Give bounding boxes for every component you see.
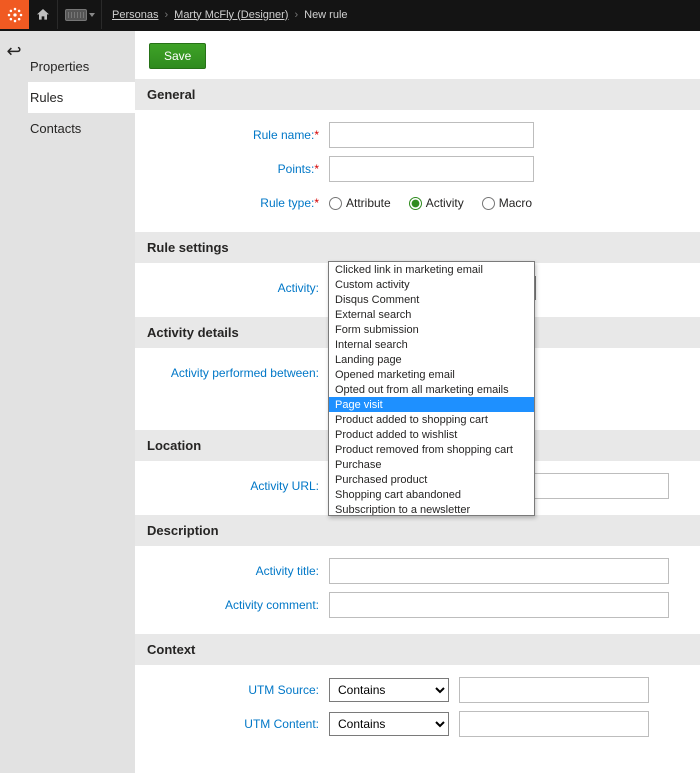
- activity-between-label: Activity performed between:: [149, 366, 329, 380]
- rule-type-label: Rule type:: [260, 196, 314, 210]
- home-button[interactable]: [29, 0, 58, 29]
- rule-name-input[interactable]: [329, 122, 534, 148]
- save-button[interactable]: Save: [149, 43, 206, 69]
- breadcrumb-personas[interactable]: Personas: [112, 9, 158, 21]
- activity-option[interactable]: Page visit: [329, 397, 534, 412]
- utm-source-input[interactable]: [459, 677, 649, 703]
- utm-content-operator[interactable]: Contains: [329, 712, 449, 736]
- rule-type-attribute[interactable]: Attribute: [329, 196, 391, 210]
- activity-option[interactable]: Opened marketing email: [329, 367, 534, 382]
- activity-option[interactable]: Opted out from all marketing emails: [329, 382, 534, 397]
- section-rule-settings: Rule settings: [135, 232, 700, 263]
- breadcrumb-current: New rule: [304, 9, 347, 21]
- activity-option[interactable]: Product removed from shopping cart: [329, 442, 534, 457]
- activity-comment-label: Activity comment:: [149, 598, 329, 612]
- brand-logo[interactable]: [0, 0, 29, 29]
- rule-type-radios: Attribute Activity Macro: [329, 196, 532, 210]
- activity-option[interactable]: Clicked link in marketing email: [329, 262, 534, 277]
- utm-source-label: UTM Source:: [149, 683, 329, 697]
- chevron-down-icon: [89, 13, 95, 17]
- activity-option[interactable]: Form submission: [329, 322, 534, 337]
- main-content: Save General Rule name:* Points:* Rule t…: [135, 31, 700, 773]
- rule-name-label: Rule name:: [253, 128, 314, 142]
- utm-content-input[interactable]: [459, 711, 649, 737]
- activity-url-label: Activity URL:: [149, 479, 329, 493]
- activity-option[interactable]: Landing page: [329, 352, 534, 367]
- left-gutter: ↩: [0, 31, 28, 773]
- activity-title-label: Activity title:: [149, 564, 329, 578]
- rule-type-macro-label: Macro: [499, 196, 532, 210]
- activity-option[interactable]: Product added to shopping cart: [329, 412, 534, 427]
- breadcrumb: Personas › Marty McFly (Designer) › New …: [102, 0, 348, 29]
- points-input[interactable]: [329, 156, 534, 182]
- utm-content-label: UTM Content:: [149, 717, 329, 731]
- activity-dropdown[interactable]: Clicked link in marketing emailCustom ac…: [328, 261, 535, 516]
- section-description: Description: [135, 515, 700, 546]
- activity-option[interactable]: Disqus Comment: [329, 292, 534, 307]
- points-label: Points:: [278, 162, 315, 176]
- breadcrumb-persona[interactable]: Marty McFly (Designer): [174, 9, 288, 21]
- activity-comment-input[interactable]: [329, 592, 669, 618]
- activity-label: Activity:: [149, 281, 329, 295]
- activity-option[interactable]: Purchase: [329, 457, 534, 472]
- utm-source-operator[interactable]: Contains: [329, 678, 449, 702]
- nav-rules[interactable]: Rules: [28, 82, 135, 113]
- chevron-right-icon: ›: [294, 9, 298, 21]
- nav-properties[interactable]: Properties: [28, 51, 135, 82]
- activity-option[interactable]: Shopping cart abandoned: [329, 487, 534, 502]
- activity-option[interactable]: Custom activity: [329, 277, 534, 292]
- section-general: General: [135, 79, 700, 110]
- nav-contacts[interactable]: Contacts: [28, 113, 135, 144]
- activity-option[interactable]: Product added to wishlist: [329, 427, 534, 442]
- topbar: Personas › Marty McFly (Designer) › New …: [0, 0, 700, 29]
- back-button[interactable]: ↩: [0, 41, 28, 62]
- rule-type-activity[interactable]: Activity: [409, 196, 464, 210]
- activity-title-input[interactable]: [329, 558, 669, 584]
- activity-option[interactable]: External search: [329, 307, 534, 322]
- rule-type-macro[interactable]: Macro: [482, 196, 532, 210]
- rule-type-attribute-label: Attribute: [346, 196, 391, 210]
- section-context: Context: [135, 634, 700, 665]
- activity-option[interactable]: Purchased product: [329, 472, 534, 487]
- activity-option[interactable]: Subscription to a newsletter: [329, 502, 534, 516]
- site-switcher[interactable]: [58, 0, 102, 29]
- left-nav: Properties Rules Contacts: [28, 31, 135, 773]
- rule-type-activity-label: Activity: [426, 196, 464, 210]
- chevron-right-icon: ›: [164, 9, 168, 21]
- activity-option[interactable]: Internal search: [329, 337, 534, 352]
